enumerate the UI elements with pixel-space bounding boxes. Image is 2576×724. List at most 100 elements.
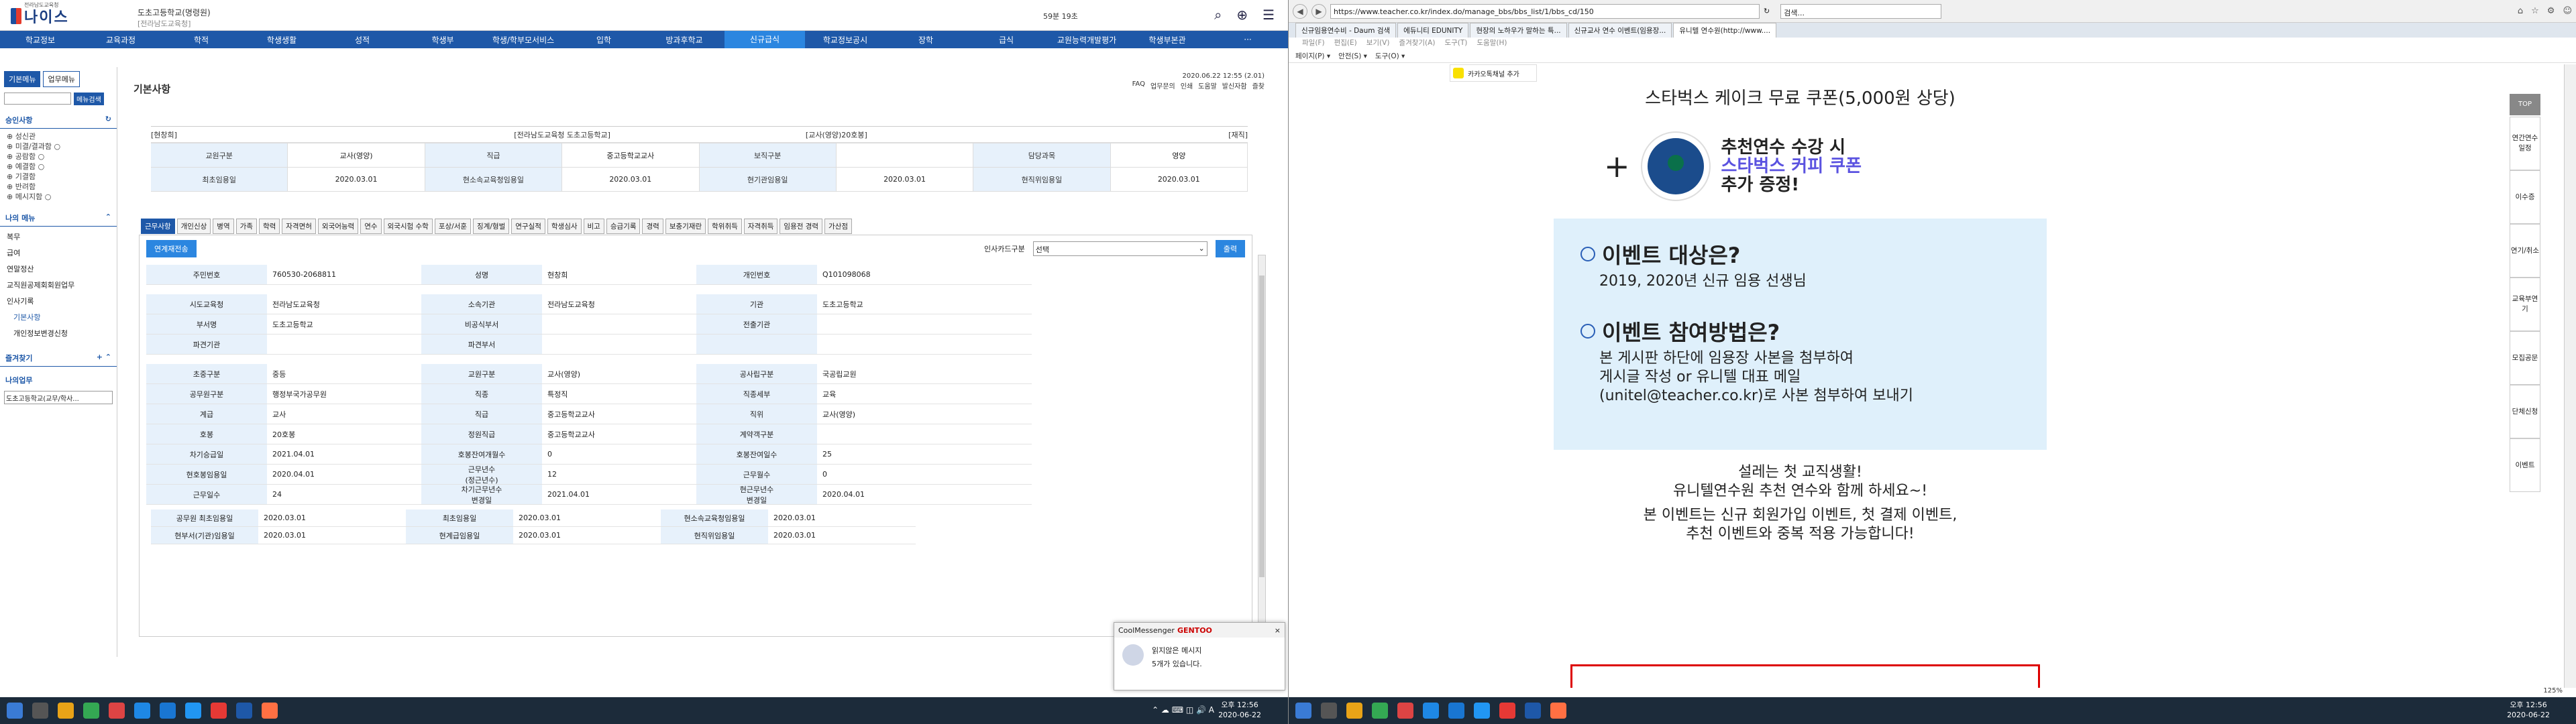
record-tab[interactable]: 외국어능력 <box>317 219 359 234</box>
sidebar-section-favorites[interactable]: 즐겨찾기 + ⌃ <box>0 350 117 367</box>
record-tab[interactable]: 연구실적 <box>511 219 545 234</box>
ie-icon[interactable] <box>185 703 201 719</box>
browser-tab[interactable]: 현장의 노하우가 말하는 특... <box>1470 23 1567 38</box>
nav-item[interactable]: 학교정보 <box>0 34 80 46</box>
file-explorer-icon[interactable] <box>58 703 74 719</box>
app-icon-orange[interactable] <box>1550 703 1566 719</box>
neis-taskbar-icon[interactable] <box>236 703 252 719</box>
card-type-select[interactable]: 선택 ⌄ <box>1032 241 1208 256</box>
file-explorer-icon[interactable] <box>1346 703 1362 719</box>
browser-tab[interactable]: 신규교사 연수 이벤트(임용장... <box>1568 23 1672 38</box>
messenger-icon[interactable] <box>1499 703 1515 719</box>
record-tab[interactable]: 자격면허 <box>282 219 316 234</box>
clock-left[interactable]: 오후 12:56 2020-06-22 <box>1218 700 1261 720</box>
nav-item[interactable]: 학생부본관 <box>1127 34 1208 46</box>
nav-item[interactable]: 성적 <box>322 34 402 46</box>
messenger-popup[interactable]: CoolMessenger GENTOO × 읽지않은 메시지 5개가 있습니다… <box>1114 622 1285 690</box>
browser-menu-item[interactable]: 도움말(H) <box>1477 38 1507 50</box>
browser-scrollbar[interactable] <box>2564 64 2576 688</box>
zoom-icon[interactable]: ⊕ <box>1236 7 1248 23</box>
record-tab[interactable]: 병역 <box>213 219 234 234</box>
browser-menu-item[interactable]: 즐겨찾기(A) <box>1399 38 1435 50</box>
my-menu-item[interactable]: 교직원공제회회원업무 <box>7 278 110 294</box>
clock-right[interactable]: 오후 12:56 2020-06-22 <box>2507 700 2550 720</box>
approval-item[interactable]: ⊕ 성신관 <box>7 131 110 141</box>
task-view-icon[interactable] <box>32 703 48 719</box>
store-icon[interactable] <box>1448 703 1464 719</box>
sidebar-tab-basic[interactable]: 기본메뉴 <box>4 71 41 87</box>
top-link[interactable]: 인쇄 <box>1181 80 1193 90</box>
neis-logo[interactable]: 나이스 전라남도교육청 <box>11 2 69 27</box>
vertical-scrollbar[interactable] <box>1258 255 1266 650</box>
my-menu-item[interactable]: 복무 <box>7 229 110 245</box>
browser-menu-item[interactable]: 편집(E) <box>1334 38 1357 50</box>
my-menu-item[interactable]: 급여 <box>7 245 110 261</box>
record-tab[interactable]: 학생심사 <box>547 219 582 234</box>
record-tab[interactable]: 연수 <box>360 219 382 234</box>
browser-menu-item[interactable]: 보기(V) <box>1366 38 1390 50</box>
my-menu-item[interactable]: 개인정보변경신청 <box>7 326 110 342</box>
approval-item[interactable]: ⊕ 예결함 ○ <box>7 162 110 172</box>
top-link[interactable]: 즐찾 <box>1252 80 1265 90</box>
sidebar-section-approval[interactable]: 승인사항 ↻ <box>0 112 117 129</box>
top-button[interactable]: TOP <box>2510 94 2540 115</box>
store-icon[interactable] <box>160 703 176 719</box>
record-tab[interactable]: 임용전 경력 <box>780 219 823 234</box>
app-icon-red[interactable] <box>109 703 125 719</box>
windows-start-icon[interactable] <box>1295 703 1311 719</box>
record-tab[interactable]: 포상/서훈 <box>434 219 472 234</box>
app-icon-red[interactable] <box>1397 703 1413 719</box>
browser-tab[interactable]: 에듀니티 EDUNITY <box>1397 23 1469 38</box>
chevron-up-icon[interactable]: ⌃ <box>105 213 111 223</box>
zoom-level[interactable]: 125% <box>2543 687 2563 695</box>
menu-icon[interactable]: ☰ <box>1263 7 1275 23</box>
system-tray[interactable]: ⌃ ☁ ⌨ ◫ 🔊 A <box>1152 705 1214 715</box>
top-link[interactable]: 발신자함 <box>1222 80 1247 90</box>
quick-nav-item[interactable]: 연기/취소 <box>2510 224 2540 278</box>
url-input[interactable]: https://www.teacher.co.kr/index.do/manag… <box>1330 3 1760 19</box>
record-tab[interactable]: 보충기재란 <box>665 219 706 234</box>
nav-item[interactable]: 학적 <box>161 34 241 46</box>
home-icon[interactable]: ⌂ <box>2518 6 2523 16</box>
search-icon[interactable]: ⌕ <box>1214 7 1222 23</box>
nav-item[interactable]: 방과후학교 <box>644 34 724 46</box>
approval-item[interactable]: ⊕ 기결함 <box>7 172 110 182</box>
neis-taskbar-icon[interactable] <box>1525 703 1541 719</box>
record-tab[interactable]: 징계/형벌 <box>473 219 510 234</box>
refresh-icon[interactable]: ↻ <box>105 115 111 125</box>
top-link[interactable]: 도움말 <box>1198 80 1217 90</box>
app-icon-orange[interactable] <box>262 703 278 719</box>
messenger-icon[interactable] <box>211 703 227 719</box>
nav-item[interactable]: 장학 <box>885 34 966 46</box>
top-link[interactable]: 업무문의 <box>1150 80 1175 90</box>
browser-tool[interactable]: 도구(O) ▾ <box>1375 51 1405 61</box>
browser-tool[interactable]: 안전(S) ▾ <box>1338 51 1367 61</box>
record-tab[interactable]: 학력 <box>258 219 280 234</box>
kakao-channel-button[interactable]: 카카오톡채널 추가 <box>1450 64 1537 82</box>
approval-item[interactable]: ⊕ 반려함 <box>7 182 110 192</box>
sidebar-section-mywork[interactable]: 나의업무 <box>0 372 117 388</box>
ie-icon[interactable] <box>1474 703 1490 719</box>
resend-button[interactable]: 연계재전송 <box>146 240 197 257</box>
browser-menu-item[interactable]: 도구(T) <box>1444 38 1467 50</box>
settings-icon[interactable]: ⚙ <box>2547 6 2555 16</box>
windows-start-icon[interactable] <box>7 703 23 719</box>
sidebar-section-mymenu[interactable]: 나의 메뉴 ⌃ <box>0 210 117 227</box>
my-menu-item[interactable]: 기본사항 <box>7 310 110 326</box>
browser-tool[interactable]: 페이지(P) ▾ <box>1295 51 1330 61</box>
browser-search-input[interactable]: 검색... <box>1780 3 1942 19</box>
print-button[interactable]: 출력 <box>1215 240 1245 257</box>
quick-nav-item[interactable]: 이벤트 <box>2510 438 2540 492</box>
record-tab[interactable]: 경력 <box>642 219 663 234</box>
chrome-icon[interactable] <box>83 703 99 719</box>
approval-item[interactable]: ⊕ 미결/결과함 ○ <box>7 141 110 152</box>
nav-item[interactable]: 학생부 <box>402 34 483 46</box>
record-tab[interactable]: 승급기록 <box>606 219 641 234</box>
menu-search-input[interactable] <box>4 93 71 105</box>
quick-nav-item[interactable]: 모집공문 <box>2510 331 2540 385</box>
browser-tab[interactable]: 신규임용연수비 - Daum 검색 <box>1295 23 1397 38</box>
org-select[interactable]: 도초고등학교(교무/학사... <box>4 391 113 404</box>
quick-nav-item[interactable]: 교육부연기 <box>2510 278 2540 331</box>
my-menu-item[interactable]: 연말정산 <box>7 261 110 278</box>
approval-item[interactable]: ⊕ 공람함 ○ <box>7 152 110 162</box>
